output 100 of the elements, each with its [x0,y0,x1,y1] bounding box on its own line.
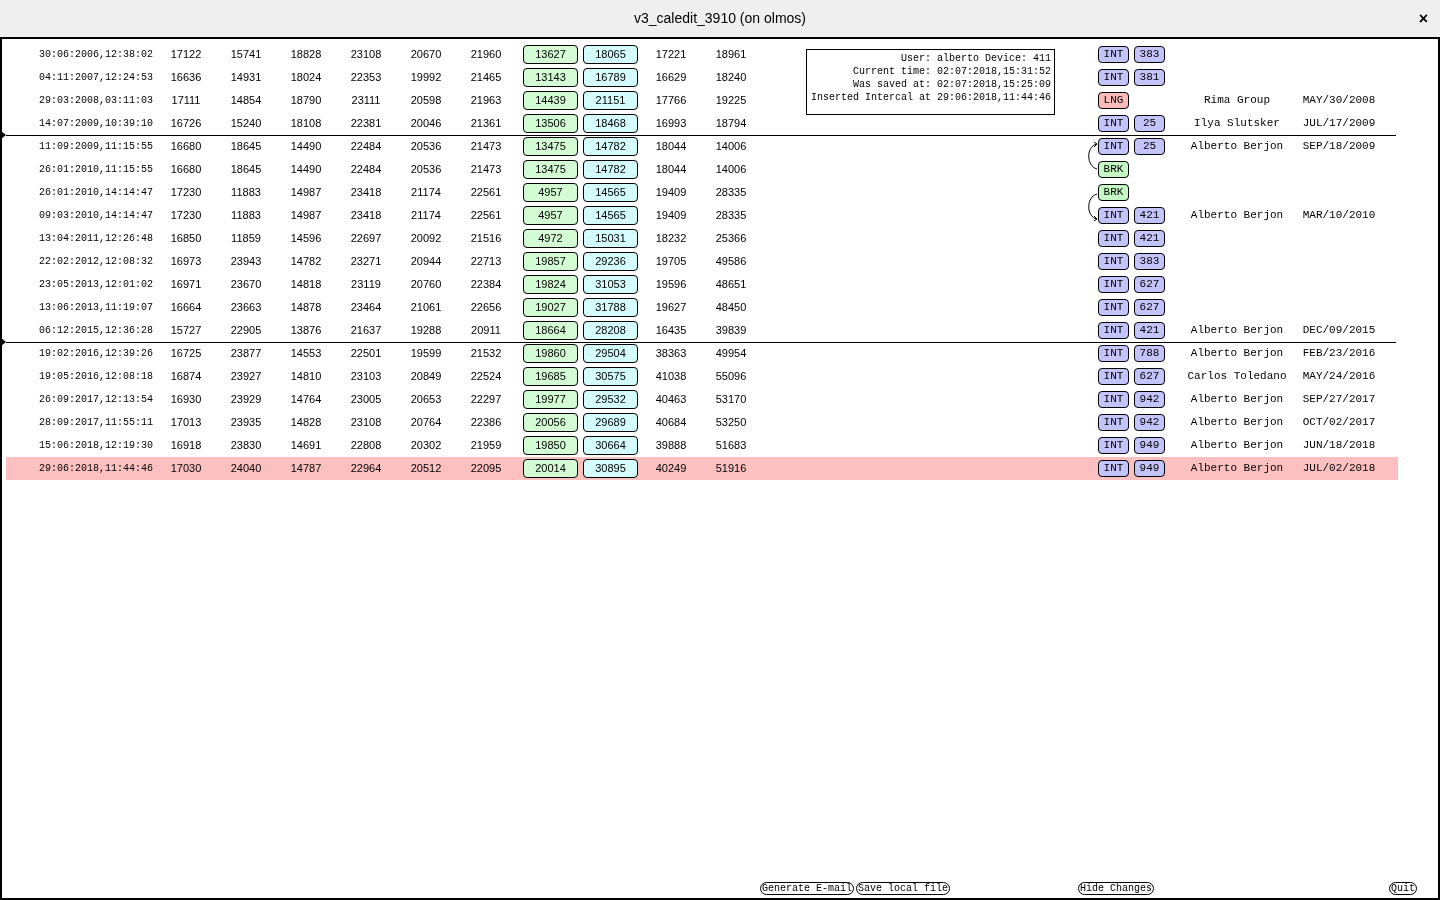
value-box[interactable]: 14565 [583,206,638,225]
value-box[interactable]: 4972 [523,229,578,248]
type-tag[interactable]: INT [1098,460,1129,477]
value-box[interactable]: 14439 [523,91,578,110]
table-cell-text: 17122 [169,47,203,63]
table-cell-text: 23663 [229,300,263,316]
selected-row[interactable]: 29:06:2018,11:44:46 17030 24040 14787 22964 20512 22095 20014 30895 40249 51916 INT 949 Alberto Berjon JUL/02/2018 [6,457,1398,480]
value-box[interactable]: 21151 [583,91,638,110]
date-cell-text: JUL/02/2018 [1302,461,1376,477]
code-tag[interactable]: 25 [1134,138,1165,155]
table-cell-text: 14810 [289,369,323,385]
table-cell-text: 20760 [409,277,443,293]
value-box[interactable]: 19860 [523,344,578,363]
value-box[interactable]: 20014 [523,459,578,478]
table-cell-text: 11883 [230,185,262,201]
value-box[interactable]: 13475 [523,160,578,179]
type-tag[interactable]: INT [1098,46,1129,63]
value-box[interactable]: 13627 [523,45,578,64]
value-box[interactable]: 18065 [583,45,638,64]
action-button[interactable]: Save local file [856,881,951,895]
table-cell-text: 16726 [169,116,203,132]
value-box[interactable]: 19824 [523,275,578,294]
type-tag[interactable]: INT [1098,414,1129,431]
close-button[interactable]: × [1418,6,1428,31]
table-cell-text: 19627 [654,300,688,316]
code-tag[interactable]: 942 [1134,391,1165,408]
table-cell-text: 28335 [714,185,748,201]
value-box[interactable]: 29689 [583,413,638,432]
value-box[interactable]: 19027 [523,298,578,317]
value-box[interactable]: 30895 [583,459,638,478]
code-tag[interactable]: 949 [1134,437,1165,454]
code-tag[interactable]: 383 [1134,46,1165,63]
code-tag[interactable]: 383 [1134,253,1165,270]
date-cell-text: JUL/17/2009 [1302,116,1376,132]
value-box[interactable]: 29236 [583,252,638,271]
date-cell-text: SEP/27/2017 [1302,392,1376,408]
type-tag[interactable]: INT [1098,230,1129,247]
code-tag[interactable]: 421 [1134,207,1165,224]
code-tag[interactable]: 25 [1134,115,1165,132]
value-box[interactable]: 18664 [523,321,578,340]
table-cell-text: 20598 [409,93,443,109]
value-box[interactable]: 14565 [583,183,638,202]
type-tag[interactable]: INT [1098,368,1129,385]
type-tag[interactable]: INT [1098,299,1129,316]
value-box[interactable]: 19685 [523,367,578,386]
table-cell-text: 14931 [229,70,263,86]
action-button[interactable]: Generate E-mail [760,881,854,895]
value-box[interactable]: 30575 [583,367,638,386]
type-tag[interactable]: INT [1098,253,1129,270]
value-box[interactable]: 14782 [583,137,638,156]
table-cell-text: 14553 [289,346,323,362]
timestamp-cell-text: 26:01:2010,14:14:47 [37,186,153,200]
value-box[interactable]: 14782 [583,160,638,179]
type-tag[interactable]: LNG [1098,92,1129,109]
value-box[interactable]: 29504 [583,344,638,363]
table-cell-text: 18645 [229,162,263,178]
type-tag[interactable]: BRK [1098,161,1129,178]
value-box[interactable]: 16789 [583,68,638,87]
value-box[interactable]: 29532 [583,390,638,409]
value-box[interactable]: 4957 [523,183,578,202]
value-box[interactable]: 31788 [583,298,638,317]
code-tag[interactable]: 627 [1134,299,1165,316]
value-box[interactable]: 15031 [583,229,638,248]
code-tag[interactable]: 421 [1134,322,1165,339]
type-tag[interactable]: INT [1098,138,1129,155]
value-box[interactable]: 13143 [523,68,578,87]
type-tag[interactable]: INT [1098,69,1129,86]
table-cell-text: 16918 [169,438,203,454]
table-cell-text: 14006 [714,162,748,178]
code-tag[interactable]: 381 [1134,69,1165,86]
value-box[interactable]: 28208 [583,321,638,340]
value-box[interactable]: 18468 [583,114,638,133]
code-tag[interactable]: 788 [1134,345,1165,362]
value-box[interactable]: 19850 [523,436,578,455]
date-cell-text: MAY/24/2016 [1302,369,1376,385]
code-tag[interactable]: 627 [1134,368,1165,385]
type-tag[interactable]: INT [1098,207,1129,224]
value-box[interactable]: 19977 [523,390,578,409]
type-tag[interactable]: INT [1098,322,1129,339]
timestamp-cell-text: 19:05:2016,12:08:18 [37,370,153,384]
type-tag[interactable]: INT [1098,115,1129,132]
value-box[interactable]: 19857 [523,252,578,271]
code-tag[interactable]: 942 [1134,414,1165,431]
type-tag[interactable]: BRK [1098,184,1129,201]
value-box[interactable]: 30664 [583,436,638,455]
value-box[interactable]: 13506 [523,114,578,133]
table-cell-text: 21174 [410,185,442,201]
table-cell-text: 19596 [654,277,688,293]
value-box[interactable]: 4957 [523,206,578,225]
type-tag[interactable]: INT [1098,345,1129,362]
code-tag[interactable]: 421 [1134,230,1165,247]
type-tag[interactable]: INT [1098,391,1129,408]
code-tag[interactable]: 627 [1134,276,1165,293]
value-box[interactable]: 13475 [523,137,578,156]
type-tag[interactable]: INT [1098,276,1129,293]
code-tag[interactable]: 949 [1134,460,1165,477]
value-box[interactable]: 31053 [583,275,638,294]
type-tag[interactable]: INT [1098,437,1129,454]
table-cell-text: 22095 [469,461,503,477]
value-box[interactable]: 20056 [523,413,578,432]
